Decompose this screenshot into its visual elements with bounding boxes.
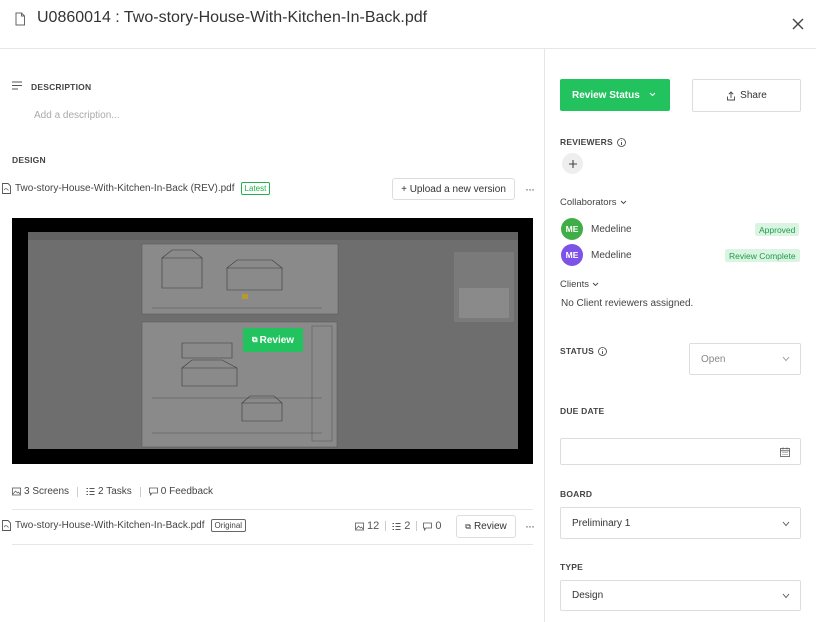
version-stats: 3 Screens 2 Tasks 0 Feedback [12, 486, 213, 497]
comment-icon [148, 487, 158, 496]
original-badge: Original [210, 518, 247, 532]
review-button[interactable]: ⧉ Review [456, 515, 516, 538]
more-options-icon[interactable]: ··· [525, 182, 535, 196]
add-reviewer-button[interactable] [562, 153, 583, 174]
type-value: Design [572, 590, 604, 601]
plus-icon [568, 159, 577, 168]
original-file-name[interactable]: Two-story-House-With-Kitchen-In-Back.pdf [15, 520, 205, 531]
collaborator-item: ME Medeline [561, 244, 632, 266]
collaborators-toggle[interactable]: Collaborators [560, 197, 627, 208]
design-label: DESIGN [12, 155, 46, 165]
file-icon [15, 12, 25, 26]
board-value: Preliminary 1 [572, 517, 631, 529]
due-date-label: DUE DATE [560, 406, 605, 416]
row-divider [12, 544, 533, 545]
status-badge: Approved [755, 223, 800, 236]
external-link-icon: ⧉ [251, 335, 258, 344]
external-link-icon: ⧉ [465, 521, 471, 531]
review-button-label: Review [473, 521, 507, 532]
task-list-icon [392, 522, 401, 530]
board-label: BOARD [560, 489, 593, 499]
chevron-down-icon [782, 356, 790, 362]
clients-empty-text: No Client reviewers assigned. [561, 298, 694, 309]
image-icon [355, 522, 364, 530]
due-date-input[interactable] [560, 438, 801, 465]
review-overlay-label: Review [259, 334, 295, 346]
latest-version-row: Two-story-House-With-Kitchen-In-Back (RE… [2, 180, 271, 196]
clients-label: Clients [560, 279, 590, 290]
chevron-down-icon [649, 92, 656, 97]
close-icon[interactable] [789, 15, 807, 33]
modal-header: U0860014 : Two-story-House-With-Kitchen-… [0, 0, 816, 49]
share-label: Share [740, 90, 767, 101]
info-icon[interactable] [598, 346, 607, 356]
latest-file-name[interactable]: Two-story-House-With-Kitchen-In-Back (RE… [15, 183, 235, 194]
chevron-down-icon [782, 521, 790, 527]
row-divider [12, 509, 533, 510]
collaborators-label: Collaborators [560, 197, 617, 208]
original-screens-stat[interactable]: 12 [355, 520, 379, 532]
screens-count: 3 Screens [24, 486, 70, 497]
image-icon [12, 487, 21, 496]
tasks-stat[interactable]: 2 Tasks [86, 486, 132, 497]
original-stats: 12 2 0 [355, 520, 442, 532]
collaborator-item: ME Medeline [561, 218, 632, 240]
stat-divider [139, 486, 141, 497]
pdf-icon [2, 182, 11, 194]
upload-new-version-button[interactable]: + Upload a new version [392, 178, 515, 200]
status-value: Open [701, 353, 726, 365]
calendar-icon[interactable] [780, 447, 790, 457]
review-status-label: Review Status [572, 89, 640, 101]
feedback-count: 0 Feedback [160, 486, 214, 497]
description-input[interactable]: Add a description... [34, 110, 120, 121]
latest-badge: Latest [240, 181, 271, 195]
description-icon [12, 81, 22, 90]
clients-toggle[interactable]: Clients [560, 279, 599, 290]
type-select[interactable]: Design [560, 580, 801, 611]
original-feedback-stat[interactable]: 0 [423, 520, 442, 532]
type-label: TYPE [560, 562, 584, 572]
status-heading: STATUS [560, 346, 607, 356]
feedback-stat[interactable]: 0 Feedback [148, 486, 214, 497]
collaborator-name: Medeline [591, 249, 632, 261]
task-list-icon [86, 488, 95, 495]
stat-divider [77, 486, 79, 497]
reviewers-label: REVIEWERS [560, 137, 613, 147]
pdf-icon [2, 519, 11, 531]
description-label: DESCRIPTION [31, 82, 92, 92]
info-icon[interactable] [616, 137, 626, 147]
status-select[interactable]: Open [689, 343, 801, 375]
tasks-count: 2 Tasks [98, 486, 132, 497]
status-label: STATUS [560, 346, 594, 356]
share-icon [727, 90, 736, 100]
original-tasks-stat[interactable]: 2 [392, 520, 410, 532]
original-tasks-count: 2 [404, 520, 411, 532]
stat-divider [385, 521, 387, 531]
original-version-row: Two-story-House-With-Kitchen-In-Back.pdf… [2, 517, 247, 533]
share-button[interactable]: Share [692, 79, 801, 112]
avatar: ME [561, 218, 583, 240]
stat-divider [416, 521, 418, 531]
page-title: U0860014 : Two-story-House-With-Kitchen-… [37, 9, 428, 26]
more-options-icon[interactable]: ··· [525, 519, 535, 533]
collaborator-name: Medeline [591, 223, 632, 235]
avatar: ME [561, 244, 583, 266]
review-status-button[interactable]: Review Status [560, 79, 670, 111]
comment-icon [423, 522, 433, 531]
status-badge: Review Complete [725, 249, 800, 262]
original-feedback-count: 0 [435, 520, 442, 532]
board-select[interactable]: Preliminary 1 [560, 507, 801, 539]
screens-stat[interactable]: 3 Screens [12, 486, 69, 497]
reviewers-heading: REVIEWERS [560, 137, 626, 147]
chevron-down-icon [592, 282, 599, 287]
review-overlay-button[interactable]: ⧉ Review [243, 328, 303, 352]
original-screens-count: 12 [367, 520, 380, 532]
chevron-down-icon [782, 593, 790, 599]
panel-divider [544, 49, 545, 622]
chevron-down-icon [620, 200, 626, 205]
